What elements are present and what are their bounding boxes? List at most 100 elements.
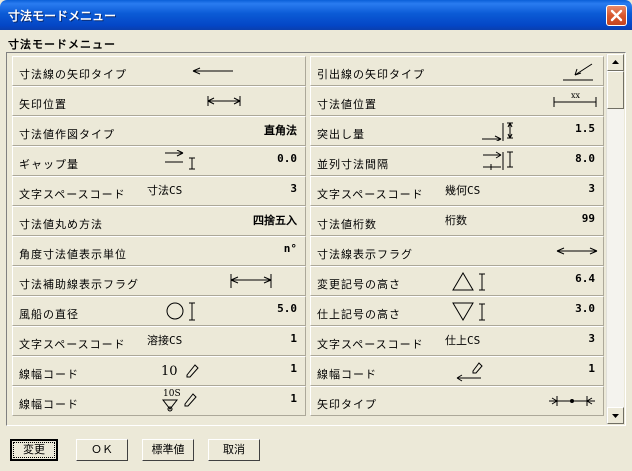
setting-item[interactable]: 角度寸法値表示単位 n° [12,236,306,266]
leader-arrow-icon [559,63,599,86]
setting-item[interactable]: 突出し量 1.5 [310,116,604,146]
setting-label: 文字スペースコード [317,338,424,351]
button-bar: 変更 ＯＫ 標準値 取消 [0,432,632,471]
settings-row: 文字スペースコード 寸法CS 3 文字スペースコード 幾何CS 3 [10,176,604,206]
setting-code: 仕上CS [445,334,481,347]
setting-label: 寸法値位置 [317,98,377,111]
setting-label: 仕上記号の高さ [317,308,401,321]
setting-code: 溶接CS [147,334,183,347]
scroll-down-button[interactable] [607,407,624,424]
settings-row: 線幅コード 1 10 線幅コード 1 [10,356,604,386]
setting-label: 線幅コード [19,368,79,381]
setting-label: 寸法補助線表示フラグ [19,278,139,291]
default-button[interactable]: 標準値 [142,439,194,461]
menu-heading: 寸法モードメニュー [8,38,116,51]
setting-label: 寸法線の矢印タイプ [19,68,127,81]
vertical-scrollbar[interactable] [606,54,624,424]
setting-label: ギャップ量 [19,158,79,171]
arrow-left-icon [191,65,235,80]
setting-value: 3 [290,182,297,195]
setting-item[interactable]: 並列寸法間隔 8.0 [310,146,604,176]
setting-value: 1 [588,362,595,375]
setting-label: 文字スペースコード [317,188,424,201]
setting-item[interactable]: 線幅コード 1 10S [12,386,306,416]
setting-item[interactable]: 文字スペースコード 寸法CS 3 [12,176,306,206]
setting-code: 寸法CS [147,184,183,197]
settings-row: 線幅コード 1 10S 矢印タイプ [10,386,604,416]
setting-item[interactable]: 変更記号の高さ 6.4 [310,266,604,296]
setting-item[interactable]: 線幅コード 1 10 [12,356,306,386]
setting-value: 直角法 [264,124,297,137]
setting-item[interactable]: 寸法線表示フラグ [310,236,604,266]
gap-icon [163,149,197,173]
setting-item[interactable]: 文字スペースコード 仕上CS 3 [310,326,604,356]
setting-item[interactable]: 寸法値作図タイプ 直角法 [12,116,306,146]
setting-label: 文字スペースコード [19,188,126,201]
close-button[interactable] [606,5,627,26]
dialog-window: 寸法モードメニュー 寸法モードメニュー 寸法線の矢印タイプ 引出線の矢印タイプ 矢印… [0,0,632,471]
setting-item[interactable]: 線幅コード 1 [310,356,604,386]
parallel-spacing-icon [481,150,515,175]
symbol-text: xx [571,91,581,100]
setting-label: 寸法値丸め方法 [19,218,103,231]
ok-button[interactable]: ＯＫ [76,439,128,461]
double-arrow-icon [555,245,599,260]
dim-value-position-icon: xx [553,91,597,112]
scroll-up-button[interactable] [607,54,624,71]
setting-label: 文字スペースコード [19,338,126,351]
setting-value: 1.5 [575,122,595,135]
settings-row: ギャップ量 0.0 並列寸法間隔 8.0 [10,146,604,176]
setting-item[interactable]: 寸法値丸め方法 四捨五入 [12,206,306,236]
settings-row: 寸法線の矢印タイプ 引出線の矢印タイプ [10,56,604,86]
setting-label: 寸法値作図タイプ [19,128,115,141]
settings-row: 寸法値作図タイプ 直角法 突出し量 1.5 [10,116,604,146]
setting-code: 桁数 [445,214,467,227]
setting-item[interactable]: 寸法値位置 xx [310,86,604,116]
settings-row: 風船の直径 5.0 仕上記号の高さ 3.0 [10,296,604,326]
settings-row: 角度寸法値表示単位 n° 寸法線表示フラグ [10,236,604,266]
setting-value: 5.0 [277,302,297,315]
setting-item[interactable]: 仕上記号の高さ 3.0 [310,296,604,326]
setting-code: 幾何CS [445,184,481,197]
title-bar[interactable]: 寸法モードメニュー [0,0,632,30]
cancel-button[interactable]: 取消 [208,439,260,461]
symbol-text: 10 [161,364,178,379]
arrow-down-icon [612,414,619,418]
setting-label: 変更記号の高さ [317,278,401,291]
setting-item[interactable]: 引出線の矢印タイプ [310,56,604,86]
setting-item[interactable]: 風船の直径 5.0 [12,296,306,326]
pen-arrow-icon [451,360,495,385]
setting-item[interactable]: 文字スペースコード 幾何CS 3 [310,176,604,206]
setting-item[interactable]: 寸法値桁数 桁数 99 [310,206,604,236]
close-icon [610,9,623,22]
setting-item[interactable]: 寸法線の矢印タイプ [12,56,306,86]
setting-item[interactable]: 文字スペースコード 溶接CS 1 [12,326,306,356]
setting-label: 矢印位置 [19,98,67,111]
setting-value: n° [283,242,297,255]
settings-row: 文字スペースコード 溶接CS 1 文字スペースコード 仕上CS 3 [10,326,604,356]
circle-icon [165,301,205,326]
setting-label: 風船の直径 [19,308,79,321]
overshoot-icon [481,121,515,144]
triangle-down-icon [451,301,495,326]
change-button[interactable]: 変更 [10,439,58,461]
setting-item[interactable]: 寸法補助線表示フラグ [12,266,306,296]
scroll-thumb[interactable] [607,71,624,109]
setting-item[interactable]: 矢印タイプ [310,386,604,416]
setting-item[interactable]: ギャップ量 0.0 [12,146,306,176]
setting-label: 線幅コード [19,398,79,411]
setting-label: 寸法線表示フラグ [317,248,413,261]
setting-value: 1 [290,392,297,405]
setting-value: 四捨五入 [253,214,297,227]
setting-label: 寸法値桁数 [317,218,377,231]
settings-row: 矢印位置 寸法値位置 xx [10,86,604,116]
settings-row: 寸法補助線表示フラグ 変更記号の高さ 6.4 [10,266,604,296]
setting-value: 99 [581,212,595,225]
setting-value: 1 [290,332,297,345]
window-title: 寸法モードメニュー [8,9,117,23]
settings-panel: 寸法線の矢印タイプ 引出線の矢印タイプ矢印位置 寸法値位置 xx 寸法値作図タイプ 直角法… [6,52,626,426]
change-button-label: 変更 [13,442,55,458]
setting-label: 突出し量 [317,128,365,141]
setting-item[interactable]: 矢印位置 [12,86,306,116]
setting-value: 1 [290,362,297,375]
